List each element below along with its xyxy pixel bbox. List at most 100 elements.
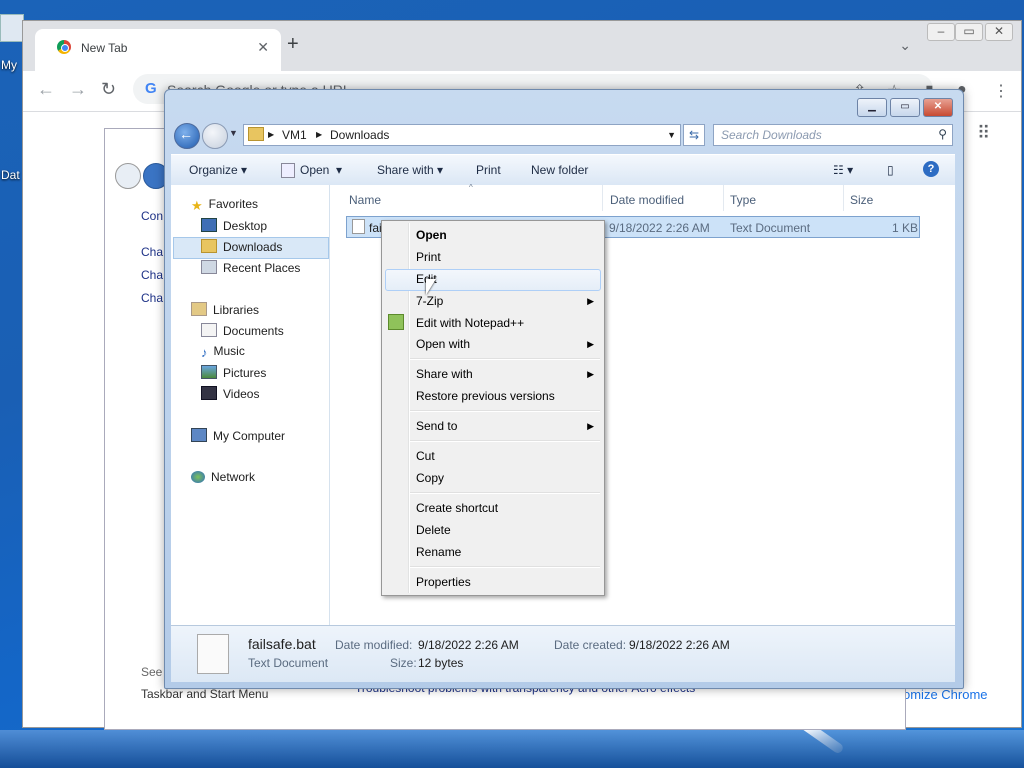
breadcrumb-downloads[interactable]: Downloads: [330, 128, 389, 142]
chrome-maximize-button[interactable]: ▭: [955, 23, 983, 41]
recent-places-icon: [201, 260, 217, 274]
music-icon: ♪: [201, 345, 208, 360]
preview-pane-icon[interactable]: ▯: [887, 163, 894, 177]
search-input[interactable]: Search Downloads ⚲: [713, 124, 953, 146]
menu-item-properties[interactable]: Properties: [416, 575, 471, 589]
file-date-cell: 9/18/2022 2:26 AM: [609, 221, 710, 235]
menu-separator: [410, 358, 600, 360]
cp-link-1[interactable]: Con: [141, 209, 163, 223]
cp-taskbar-link[interactable]: Taskbar and Start Menu: [141, 687, 268, 701]
cp-link-4[interactable]: Cha: [141, 291, 163, 305]
notepad-plus-plus-icon: [388, 314, 404, 330]
details-size-label: Size:: [390, 656, 417, 670]
nav-pictures[interactable]: Pictures: [201, 365, 266, 380]
star-icon: ★: [191, 198, 203, 213]
menu-item-edit-with-notepad[interactable]: Edit with Notepad++: [416, 316, 524, 330]
file-name-cell: fai: [369, 221, 382, 235]
nav-documents[interactable]: Documents: [201, 323, 284, 338]
computer-icon: [191, 428, 207, 442]
print-button[interactable]: Print: [476, 163, 501, 177]
apps-grid-icon[interactable]: ⠿: [977, 123, 990, 144]
menu-item-7zip[interactable]: 7-Zip: [416, 294, 443, 308]
column-divider[interactable]: [723, 185, 724, 211]
videos-icon: [201, 386, 217, 400]
command-bar: Organize ▾ Open ▾ Share with ▾ Print New…: [171, 154, 955, 186]
open-file-icon: [281, 163, 295, 178]
column-divider[interactable]: [602, 185, 603, 211]
menu-item-create-shortcut[interactable]: Create shortcut: [416, 501, 498, 515]
new-folder-button[interactable]: New folder: [531, 163, 588, 177]
nav-network[interactable]: Network: [191, 470, 255, 484]
explorer-minimize-button[interactable]: ▁: [857, 98, 887, 117]
search-placeholder: Search Downloads: [721, 128, 822, 142]
back-arrow-icon[interactable]: ←: [37, 79, 55, 100]
close-tab-icon[interactable]: ✕: [257, 39, 269, 56]
chrome-menu-icon[interactable]: ⋮: [993, 81, 1009, 101]
share-with-button[interactable]: Share with ▾: [377, 163, 443, 177]
cp-link-3[interactable]: Cha: [141, 268, 163, 282]
nav-desktop[interactable]: Desktop: [201, 218, 267, 233]
submenu-arrow-icon: ▶: [587, 339, 594, 349]
chrome-minimize-button[interactable]: –: [927, 23, 955, 41]
new-tab-plus-icon[interactable]: +: [287, 33, 299, 56]
address-bar[interactable]: ▶ VM1 ▶ Downloads ▼: [243, 124, 681, 146]
menu-separator: [410, 410, 600, 412]
menu-item-rename[interactable]: Rename: [416, 545, 461, 559]
submenu-arrow-icon: ▶: [587, 369, 594, 379]
forward-button[interactable]: [202, 123, 228, 149]
tab-search-chevron-icon[interactable]: ⌄: [899, 37, 911, 54]
breadcrumb-vm1[interactable]: VM1: [282, 128, 307, 142]
sort-ascending-icon: ^: [469, 183, 473, 192]
forward-arrow-icon[interactable]: →: [69, 79, 87, 100]
menu-item-print[interactable]: Print: [416, 250, 441, 264]
chrome-tab-new-tab[interactable]: New Tab ✕: [35, 29, 281, 71]
chrome-tab-title: New Tab: [81, 41, 128, 55]
column-header-date-modified[interactable]: Date modified: [610, 193, 684, 207]
back-arrow-icon: ←: [179, 126, 193, 142]
recent-pages-chevron-icon[interactable]: ▼: [229, 128, 238, 138]
menu-item-open[interactable]: Open: [416, 228, 447, 242]
column-header-name[interactable]: Name: [349, 193, 381, 207]
nav-downloads[interactable]: Downloads: [201, 239, 282, 254]
menu-item-cut[interactable]: Cut: [416, 449, 435, 463]
menu-item-delete[interactable]: Delete: [416, 523, 451, 537]
menu-item-restore-previous-versions[interactable]: Restore previous versions: [416, 389, 555, 403]
chrome-close-button[interactable]: ✕: [985, 23, 1013, 41]
breadcrumb-sep-icon[interactable]: ▶: [316, 130, 322, 139]
organize-button[interactable]: Organize ▾: [189, 163, 247, 177]
menu-item-send-to[interactable]: Send to: [416, 419, 457, 433]
column-header-type[interactable]: Type: [730, 193, 756, 207]
cp-link-2[interactable]: Cha: [141, 245, 163, 259]
menu-separator: [410, 566, 600, 568]
column-header-size[interactable]: Size: [850, 193, 873, 207]
cp-back-icon[interactable]: [115, 163, 141, 189]
details-filetype: Text Document: [248, 656, 329, 670]
submenu-arrow-icon: ▶: [587, 421, 594, 431]
reload-icon[interactable]: ↻: [101, 79, 116, 100]
help-icon[interactable]: ?: [923, 161, 939, 177]
nav-libraries[interactable]: Libraries: [191, 302, 259, 317]
explorer-maximize-button[interactable]: ▭: [890, 98, 920, 117]
menu-item-open-with[interactable]: Open with: [416, 337, 470, 351]
desktop-computer-icon[interactable]: [0, 14, 24, 42]
customize-chrome-link[interactable]: omize Chrome: [903, 687, 988, 702]
nav-music[interactable]: ♪ Music: [201, 344, 245, 360]
nav-recent-places[interactable]: Recent Places: [201, 260, 300, 275]
breadcrumb-sep-icon[interactable]: ▶: [268, 130, 274, 139]
nav-favorites[interactable]: ★ Favorites: [191, 197, 258, 213]
view-options-icon[interactable]: ☷ ▾: [833, 163, 853, 177]
menu-item-share-with[interactable]: Share with: [416, 367, 473, 381]
cp-see-also: See: [141, 665, 163, 679]
address-dropdown-icon[interactable]: ▼: [667, 130, 676, 140]
nav-my-computer[interactable]: My Computer: [191, 428, 285, 443]
open-button[interactable]: Open ▾: [300, 163, 342, 177]
documents-icon: [201, 323, 217, 337]
details-date-created: 9/18/2022 2:26 AM: [629, 638, 730, 652]
menu-item-copy[interactable]: Copy: [416, 471, 444, 485]
search-icon[interactable]: ⚲: [938, 127, 947, 141]
column-divider[interactable]: [843, 185, 844, 211]
explorer-close-button[interactable]: ✕: [923, 98, 953, 117]
pictures-icon: [201, 365, 217, 379]
refresh-icon[interactable]: ⇆: [683, 124, 705, 146]
nav-videos[interactable]: Videos: [201, 386, 259, 401]
